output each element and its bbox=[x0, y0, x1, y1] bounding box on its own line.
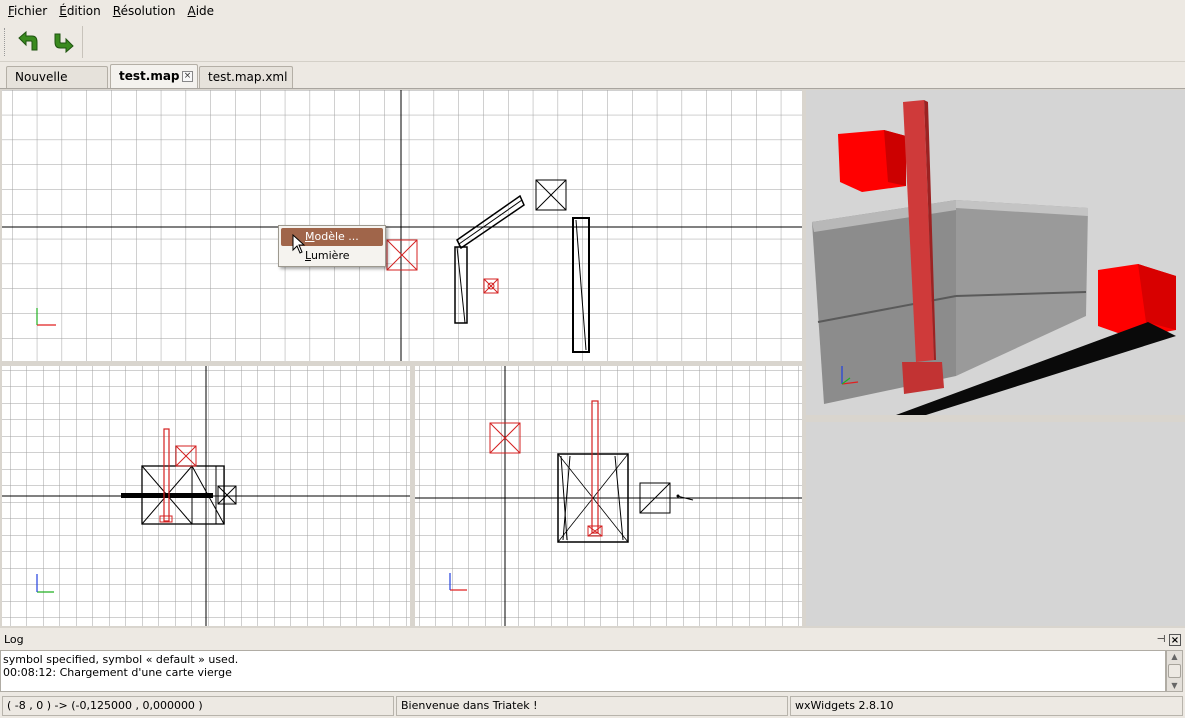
undo-arrow-icon bbox=[18, 30, 38, 51]
log-title: Log bbox=[4, 633, 24, 646]
scroll-down-icon[interactable]: ▼ bbox=[1167, 681, 1182, 691]
toolbar-grip[interactable] bbox=[4, 28, 7, 56]
side-viewport[interactable] bbox=[415, 366, 802, 626]
status-message: Bienvenue dans Triatek ! bbox=[396, 696, 788, 716]
top-viewport[interactable] bbox=[2, 90, 802, 361]
front-viewport[interactable] bbox=[2, 366, 410, 626]
toolbar-separator bbox=[82, 26, 83, 58]
log-line: 00:08:12: Chargement d'une carte vierge bbox=[3, 666, 232, 679]
close-icon[interactable]: × bbox=[182, 71, 193, 82]
log-panel: Log ⊣ × symbol specified, symbol « defau… bbox=[0, 632, 1185, 694]
status-version: wxWidgets 2.8.10 bbox=[790, 696, 1183, 716]
status-bar: ( -8 , 0 ) -> (-0,125000 , 0,000000 ) Bi… bbox=[0, 694, 1185, 718]
close-icon[interactable]: × bbox=[1169, 634, 1181, 646]
menubar: Fichier Édition Résolution Aide bbox=[0, 0, 1185, 22]
toolbar bbox=[0, 22, 1185, 62]
menu-resolution[interactable]: Résolution bbox=[107, 0, 182, 22]
empty-viewport bbox=[806, 422, 1185, 626]
log-scrollbar[interactable]: ▲ ▼ bbox=[1166, 650, 1183, 692]
redo-arrow-icon bbox=[54, 33, 74, 54]
mouse-cursor-icon bbox=[292, 234, 306, 254]
menu-fichier[interactable]: Fichier bbox=[2, 0, 53, 22]
menu-edition[interactable]: Édition bbox=[53, 0, 107, 22]
redo-button[interactable] bbox=[50, 28, 78, 56]
status-coords: ( -8 , 0 ) -> (-0,125000 , 0,000000 ) bbox=[2, 696, 394, 716]
3d-viewport[interactable] bbox=[806, 90, 1185, 415]
tab-bar: Nouvelle carte test.map × test.map.xml bbox=[0, 62, 1185, 104]
tab-test-map[interactable]: test.map × bbox=[110, 64, 198, 88]
scroll-up-icon[interactable]: ▲ bbox=[1167, 652, 1182, 662]
undo-button[interactable] bbox=[14, 28, 42, 56]
viewport-area bbox=[0, 88, 1185, 628]
pin-icon[interactable]: ⊣ bbox=[1155, 634, 1167, 646]
log-line: symbol specified, symbol « default » use… bbox=[3, 653, 239, 666]
tab-nouvelle-carte[interactable]: Nouvelle carte bbox=[6, 66, 108, 104]
log-output: symbol specified, symbol « default » use… bbox=[0, 650, 1166, 692]
menu-aide[interactable]: Aide bbox=[181, 0, 220, 22]
scroll-thumb[interactable] bbox=[1168, 664, 1181, 678]
tab-test-map-xml[interactable]: test.map.xml bbox=[199, 66, 293, 88]
